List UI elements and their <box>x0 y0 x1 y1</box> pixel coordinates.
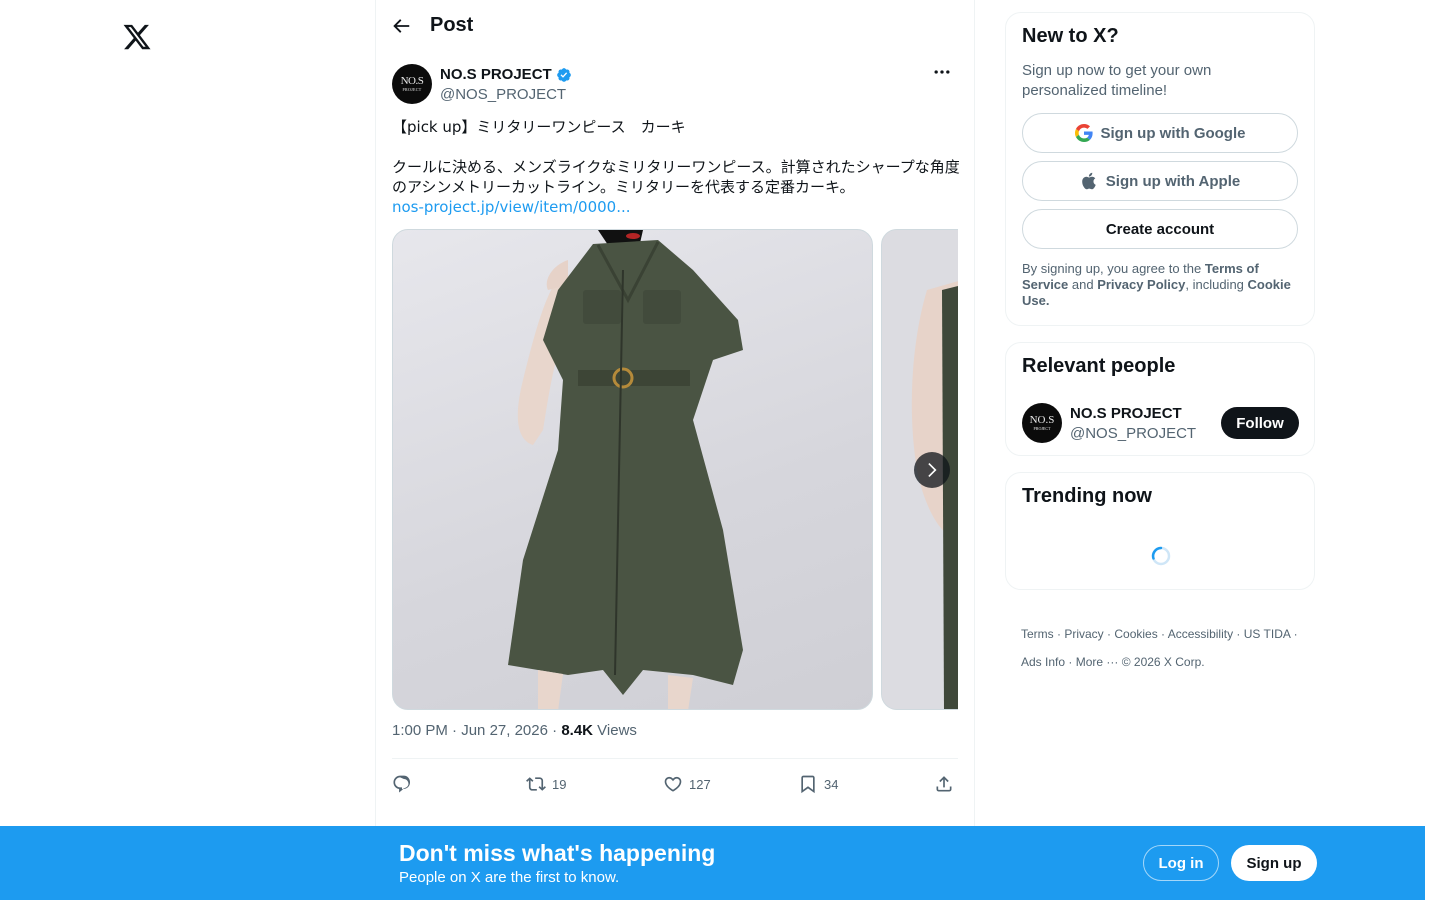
divider <box>392 758 958 759</box>
follow-button[interactable]: Follow <box>1221 407 1299 439</box>
verified-badge-icon <box>556 67 571 82</box>
loading-spinner-icon <box>1151 546 1171 566</box>
arrow-left-icon[interactable] <box>390 15 414 39</box>
footer-link-cookies[interactable]: Cookies <box>1114 627 1157 641</box>
privacy-link[interactable]: Privacy Policy <box>1097 277 1185 292</box>
copyright: © 2026 X Corp. <box>1121 655 1205 669</box>
tweet-date[interactable]: Jun 27, 2026 <box>461 722 548 739</box>
tweet-text: 【pick up】ミリタリーワンピース カーキ クールに決める、メンズライクなミ… <box>392 117 960 217</box>
avatar[interactable]: NO.S PROJECT <box>1022 403 1062 443</box>
banner-title: Don't miss what's happening <box>399 840 716 866</box>
repost-button[interactable]: 19 <box>526 774 566 794</box>
create-account-button[interactable]: Create account <box>1022 209 1298 249</box>
signup-card-title: New to X? <box>1022 25 1119 47</box>
tweet-link[interactable]: nos-project.jp/view/item/0000... <box>392 198 631 216</box>
apple-icon <box>1081 172 1096 190</box>
google-icon <box>1074 124 1093 142</box>
signup-legal-text: By signing up, you agree to the Terms of… <box>1022 261 1291 308</box>
tweet-actions: 19 127 34 <box>392 774 958 796</box>
author-name[interactable]: NO.S PROJECT <box>440 66 572 83</box>
trending-card: Trending now <box>1005 472 1315 590</box>
avatar[interactable]: NO.S PROJECT <box>392 64 432 104</box>
tweet-text-line1: 【pick up】ミリタリーワンピース カーキ <box>392 118 686 136</box>
person-name[interactable]: NO.S PROJECT <box>1070 405 1182 422</box>
heart-icon <box>664 776 682 792</box>
footer-link-accessibility[interactable]: Accessibility <box>1168 627 1233 641</box>
signup-google-button[interactable]: Sign up with Google <box>1022 113 1298 153</box>
footer-links: Terms · Privacy · Cookies · Accessibilit… <box>1021 627 1298 669</box>
tweet-meta: 1:00 PM · Jun 27, 2026 · 8.4K Views <box>392 722 637 739</box>
x-logo-icon[interactable] <box>122 22 152 52</box>
tweet-time[interactable]: 1:00 PM <box>392 722 448 739</box>
person-handle[interactable]: @NOS_PROJECT <box>1070 425 1196 442</box>
footer-link-more[interactable]: More ··· <box>1076 655 1119 669</box>
footer-link-privacy[interactable]: Privacy <box>1064 627 1103 641</box>
share-button[interactable] <box>934 774 954 794</box>
views-label: Views <box>597 722 637 739</box>
trending-title: Trending now <box>1022 485 1152 507</box>
media-carousel <box>392 229 958 710</box>
log-in-button[interactable]: Log in <box>1143 845 1219 881</box>
share-icon <box>936 776 952 792</box>
login-banner: Don't miss what's happening People on X … <box>0 826 1425 900</box>
footer-link-terms[interactable]: Terms <box>1021 627 1054 641</box>
like-button[interactable]: 127 <box>663 774 711 794</box>
signup-apple-button[interactable]: Sign up with Apple <box>1022 161 1298 201</box>
reply-icon <box>393 775 411 793</box>
product-photo-1[interactable] <box>392 229 873 710</box>
relevant-people-title: Relevant people <box>1022 355 1176 377</box>
bookmark-icon <box>801 775 815 794</box>
signup-card-subtitle: Sign up now to get your own personalized… <box>1022 62 1212 99</box>
sign-up-button[interactable]: Sign up <box>1231 845 1317 881</box>
post-header: Post <box>376 0 974 53</box>
author-handle[interactable]: @NOS_PROJECT <box>440 86 566 103</box>
signup-card: New to X? Sign up now to get your own pe… <box>1005 12 1315 326</box>
tweet-text-body: クールに決める、メンズライクなミリタリーワンピース。計算されたシャープな角度のア… <box>392 158 960 196</box>
more-options-icon[interactable] <box>932 62 952 82</box>
bookmark-button[interactable]: 34 <box>798 774 838 794</box>
views-count: 8.4K <box>561 722 593 739</box>
footer-link-ads-info[interactable]: Ads Info <box>1021 655 1065 669</box>
main-column: Post NO.S PROJECT NO.S PROJECT @NOS_PROJ… <box>375 0 975 900</box>
reply-button[interactable] <box>392 774 418 794</box>
footer-link-us-tida[interactable]: US TIDA <box>1244 627 1290 641</box>
banner-subtitle: People on X are the first to know. <box>399 869 620 886</box>
relevant-people-card: Relevant people NO.S PROJECT NO.S PROJEC… <box>1005 342 1315 456</box>
page-title: Post <box>430 14 474 36</box>
chevron-right-icon[interactable] <box>914 452 950 488</box>
repost-icon <box>526 777 546 791</box>
